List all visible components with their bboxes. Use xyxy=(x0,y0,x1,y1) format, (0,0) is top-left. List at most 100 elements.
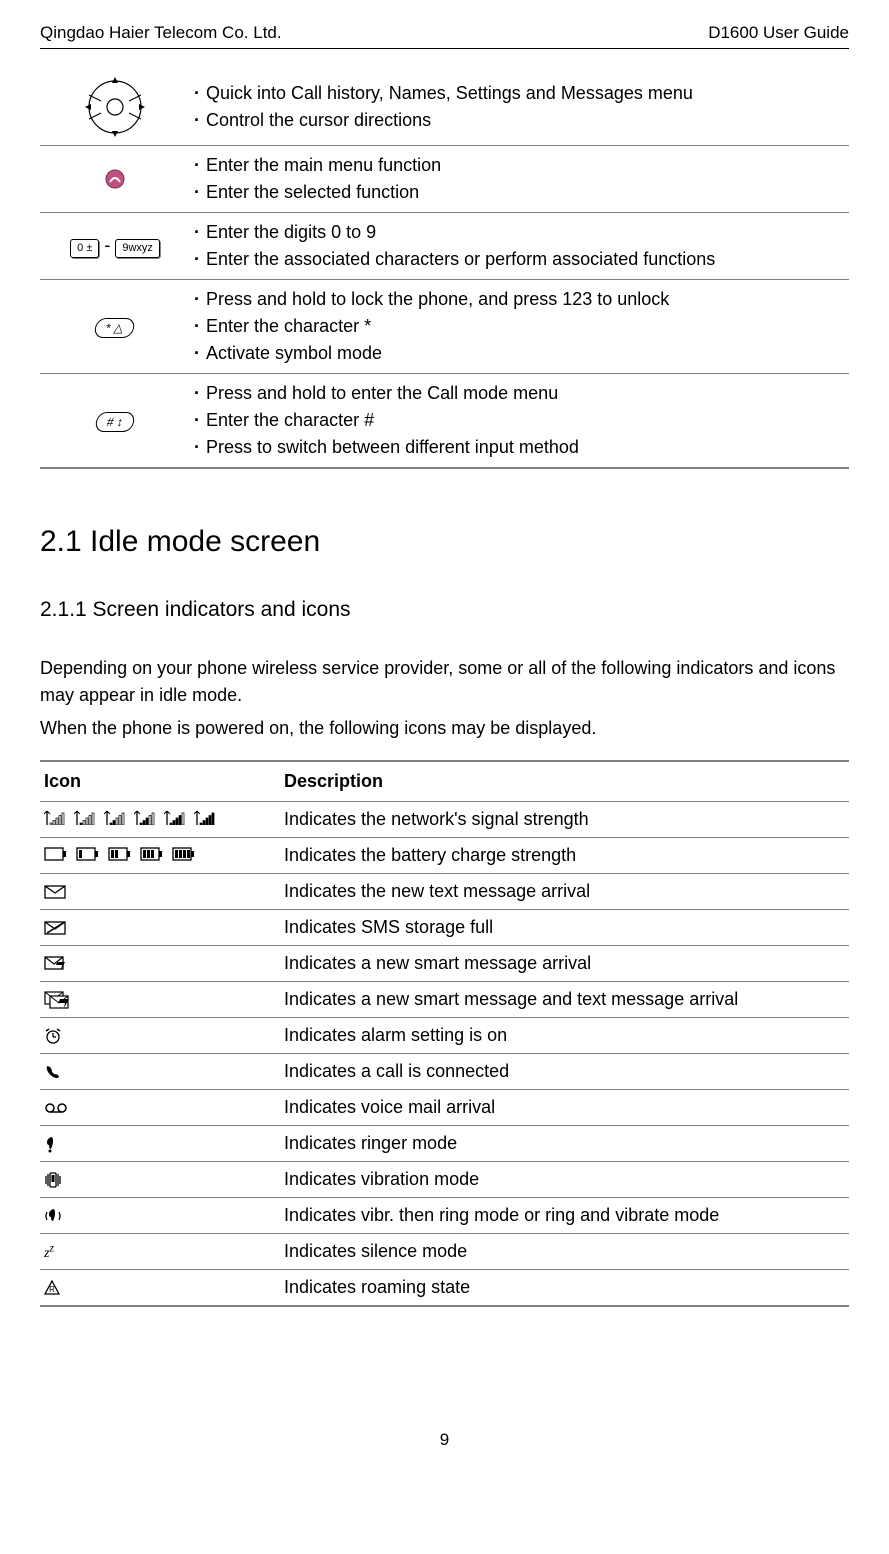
icons-table-desc: Indicates silence mode xyxy=(280,1234,849,1270)
sms-full-icon xyxy=(44,921,66,935)
icons-table-row: Indicates ringer mode xyxy=(40,1126,849,1162)
keys-table-bullet: Enter the digits 0 to 9 xyxy=(194,219,845,246)
icons-table-desc: Indicates the battery charge strength xyxy=(280,838,849,874)
keys-table-desc-cell: Press and hold to enter the Call mode me… xyxy=(190,373,849,468)
keys-table-bullet: Enter the main menu function xyxy=(194,152,845,179)
icons-table-row: Indicates a new smart message and text m… xyxy=(40,982,849,1018)
icons-table-row: Indicates a call is connected xyxy=(40,1054,849,1090)
silence-mode-icon: zz xyxy=(40,1234,280,1270)
icons-table-row: Indicates voice mail arrival xyxy=(40,1090,849,1126)
numkeys-icon: 0 ± - 9wxyz xyxy=(40,212,190,279)
icons-table-desc: Indicates a call is connected xyxy=(280,1054,849,1090)
keys-table-bullet: Enter the associated characters or perfo… xyxy=(194,246,845,273)
keys-table-desc-cell: Enter the digits 0 to 9Enter the associa… xyxy=(190,212,849,279)
keys-table-bullet: Press and hold to enter the Call mode me… xyxy=(194,380,845,407)
icons-table-desc: Indicates the network's signal strength xyxy=(280,802,849,838)
ringer-mode-icon xyxy=(40,1126,280,1162)
keys-table-row: 0 ± - 9wxyzEnter the digits 0 to 9Enter … xyxy=(40,212,849,279)
keys-table-bullet: Activate symbol mode xyxy=(194,340,845,367)
section-2-1-title: 2.1 Idle mode screen xyxy=(40,519,849,564)
voicemail-icon xyxy=(40,1090,280,1126)
keys-table-row: * △ Press and hold to lock the phone, and… xyxy=(40,279,849,373)
icons-table-header-icon: Icon xyxy=(40,761,280,802)
keys-table-row: # ↕ Press and hold to enter the Call mode… xyxy=(40,373,849,468)
vibration-mode-icon xyxy=(44,1171,62,1189)
icons-table-desc: Indicates voice mail arrival xyxy=(280,1090,849,1126)
keys-table-bullet: Control the cursor directions xyxy=(194,107,845,134)
call-connected-icon xyxy=(44,1063,62,1081)
smart-and-text-icon xyxy=(44,991,70,1009)
num-key-0: 0 ± xyxy=(70,239,99,258)
smart-msg-icon xyxy=(44,956,66,972)
icons-table-desc: Indicates SMS storage full xyxy=(280,910,849,946)
vibration-mode-icon xyxy=(40,1162,280,1198)
ringer-mode-icon xyxy=(44,1135,58,1153)
ok-key-icon xyxy=(40,145,190,212)
sms-full-icon xyxy=(40,910,280,946)
guide-name: D1600 User Guide xyxy=(708,20,849,46)
icons-table-desc: Indicates vibr. then ring mode or ring a… xyxy=(280,1198,849,1234)
svg-text:R: R xyxy=(49,1285,55,1294)
icons-table-desc: Indicates alarm setting is on xyxy=(280,1018,849,1054)
signal-strength-icon xyxy=(40,802,280,838)
icons-table-desc: Indicates vibration mode xyxy=(280,1162,849,1198)
intro-paragraph-2: When the phone is powered on, the follow… xyxy=(40,715,849,742)
dpad-icon xyxy=(83,75,147,139)
num-key-9: 9wxyz xyxy=(115,239,160,258)
section-2-1-1-title: 2.1.1 Screen indicators and icons xyxy=(40,594,849,626)
keys-table-bullet: Press and hold to lock the phone, and pr… xyxy=(194,286,845,313)
new-sms-icon xyxy=(40,874,280,910)
icons-table-row: Indicates the new text message arrival xyxy=(40,874,849,910)
battery-strength-icon xyxy=(40,838,280,874)
roaming-icon: R xyxy=(40,1270,280,1307)
icons-table-row: Indicates alarm setting is on xyxy=(40,1018,849,1054)
screen-icons-table: Icon Description Indicates the network's… xyxy=(40,760,849,1307)
icons-table-desc: Indicates roaming state xyxy=(280,1270,849,1307)
icons-table-row: Indicates vibr. then ring mode or ring a… xyxy=(40,1198,849,1234)
keys-function-table: Quick into Call history, Names, Settings… xyxy=(40,69,849,469)
star-key-icon: * △ xyxy=(94,318,137,338)
hash-key-icon: # ↕ xyxy=(40,373,190,468)
keys-table-desc-cell: Press and hold to lock the phone, and pr… xyxy=(190,279,849,373)
keys-table-bullet: Enter the character * xyxy=(194,313,845,340)
hash-key-icon: # ↕ xyxy=(94,412,136,432)
keys-table-bullet: Quick into Call history, Names, Settings… xyxy=(194,80,845,107)
alarm-on-icon xyxy=(44,1027,62,1045)
icons-table-row: Indicates a new smart message arrival xyxy=(40,946,849,982)
icons-table-desc: Indicates a new smart message arrival xyxy=(280,946,849,982)
new-sms-icon xyxy=(44,885,66,899)
keys-table-row: Quick into Call history, Names, Settings… xyxy=(40,69,849,146)
icons-table-row: Indicates vibration mode xyxy=(40,1162,849,1198)
icons-table-row: Indicates the network's signal strength xyxy=(40,802,849,838)
intro-paragraph-1: Depending on your phone wireless service… xyxy=(40,655,849,709)
call-connected-icon xyxy=(40,1054,280,1090)
company-name: Qingdao Haier Telecom Co. Ltd. xyxy=(40,20,282,46)
icons-table-desc: Indicates a new smart message and text m… xyxy=(280,982,849,1018)
icons-table-desc: Indicates the new text message arrival xyxy=(280,874,849,910)
icons-table-desc: Indicates ringer mode xyxy=(280,1126,849,1162)
keys-table-bullet: Press to switch between different input … xyxy=(194,434,845,461)
keys-table-desc-cell: Quick into Call history, Names, Settings… xyxy=(190,69,849,146)
icons-table-row: Indicates the battery charge strength xyxy=(40,838,849,874)
silence-mode-icon: zz xyxy=(44,1246,54,1261)
vibr-ring-mode-icon xyxy=(44,1207,62,1225)
dpad-icon xyxy=(40,69,190,146)
page-header: Qingdao Haier Telecom Co. Ltd. D1600 Use… xyxy=(40,20,849,49)
page-number: 9 xyxy=(40,1427,849,1453)
smart-msg-icon xyxy=(40,946,280,982)
star-key-icon: * △ xyxy=(40,279,190,373)
icons-table-row: R Indicates roaming state xyxy=(40,1270,849,1307)
keys-table-row: Enter the main menu functionEnter the se… xyxy=(40,145,849,212)
voicemail-icon xyxy=(44,1102,68,1114)
vibr-ring-mode-icon xyxy=(40,1198,280,1234)
smart-and-text-icon xyxy=(40,982,280,1018)
icons-table-header-desc: Description xyxy=(280,761,849,802)
alarm-on-icon xyxy=(40,1018,280,1054)
keys-table-bullet: Enter the selected function xyxy=(194,179,845,206)
icons-table-row: zz Indicates silence mode xyxy=(40,1234,849,1270)
roaming-icon: R xyxy=(44,1280,60,1296)
keys-table-desc-cell: Enter the main menu functionEnter the se… xyxy=(190,145,849,212)
icons-table-row: Indicates SMS storage full xyxy=(40,910,849,946)
keys-table-bullet: Enter the character # xyxy=(194,407,845,434)
ok-key-icon xyxy=(104,168,126,190)
